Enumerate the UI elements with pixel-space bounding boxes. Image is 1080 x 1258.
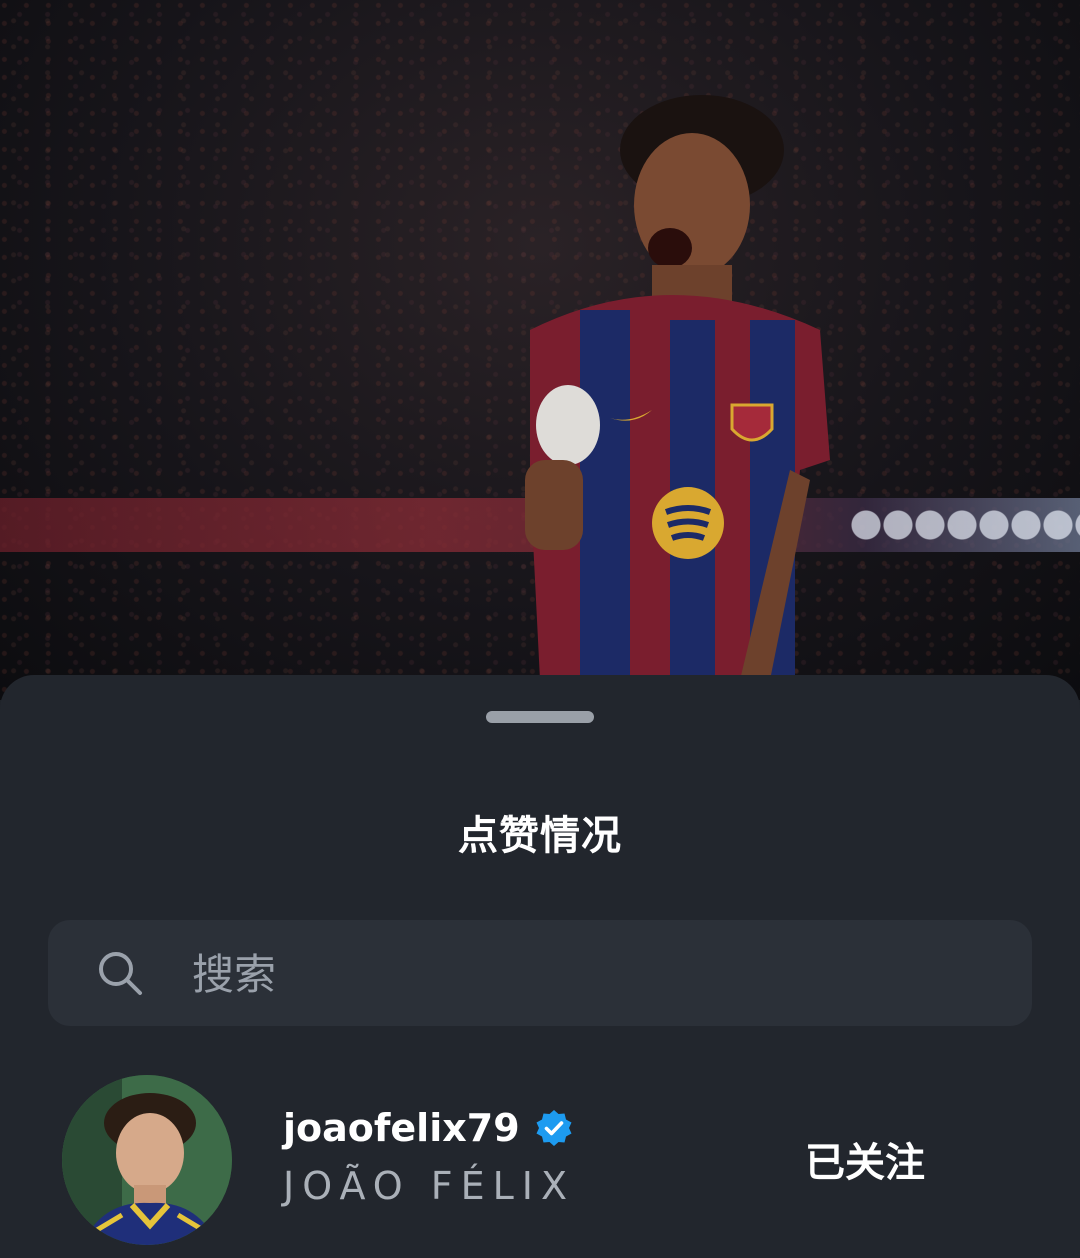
verified-badge-icon <box>536 1110 572 1146</box>
like-list-item[interactable]: joaofelix79 JOÃO FÉLIX 已关注 <box>0 1070 1080 1250</box>
search-bar[interactable] <box>48 920 1032 1028</box>
stadium-lights <box>850 502 1080 548</box>
likes-bottom-sheet: 点赞情况 jo <box>0 675 1080 1258</box>
search-input[interactable] <box>190 920 994 1028</box>
username-line: joaofelix79 <box>283 1106 574 1150</box>
sheet-drag-handle[interactable] <box>486 711 594 723</box>
full-name: JOÃO FÉLIX <box>283 1164 576 1208</box>
following-button[interactable]: 已关注 <box>770 1130 960 1186</box>
sheet-title: 点赞情况 <box>458 813 622 859</box>
player-figure <box>525 95 830 680</box>
avatar-image <box>62 1075 232 1245</box>
avatar[interactable] <box>62 1075 232 1245</box>
search-icon <box>99 952 142 995</box>
post-background-photo <box>0 0 1080 700</box>
username[interactable]: joaofelix79 <box>283 1106 520 1150</box>
